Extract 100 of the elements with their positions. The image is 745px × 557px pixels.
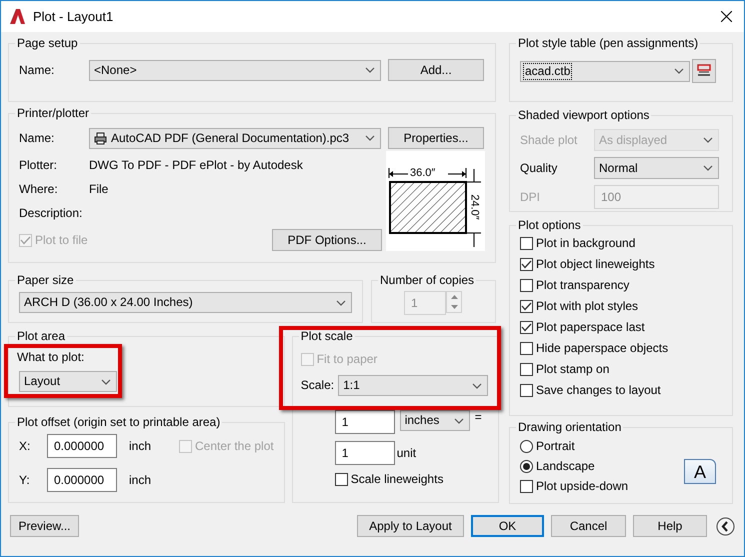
button[interactable]: PDF Options... [272, 229, 382, 251]
caret-icon [336, 300, 346, 306]
checkbox-label: Plot stamp on [536, 362, 610, 377]
input-field[interactable]: 0.000000 [47, 468, 117, 492]
button[interactable]: OK [471, 515, 544, 537]
dropdown[interactable]: Normal [594, 157, 719, 179]
checkbox-label: Scale lineweights [350, 472, 444, 487]
caret-icon [674, 68, 684, 74]
caret-icon [703, 137, 713, 143]
input-field[interactable]: 1 [334, 441, 395, 465]
dropdown[interactable]: AutoCAD PDF (General Documentation).pc3 [89, 128, 381, 148]
checkbox-label: Plot upside-down [536, 479, 628, 494]
field-label: What to plot: [17, 350, 86, 365]
dimension-label: 36.0″ [410, 166, 436, 180]
plot-style-editor-icon [696, 64, 712, 78]
dropdown[interactable]: <None> [89, 60, 381, 80]
orientation-page-icon: A [684, 459, 716, 484]
caret-icon [472, 382, 482, 388]
field-label: Description: [19, 206, 84, 220]
checkbox-label: Plot with plot styles [536, 299, 638, 314]
field-label: DPI [520, 190, 542, 204]
checkbox-label: Hide paperspace objects [536, 341, 668, 356]
group-title: Page setup [16, 36, 79, 51]
button[interactable]: Cancel [551, 515, 626, 537]
field-label: Y: [19, 472, 31, 488]
dropdown[interactable]: inches [400, 410, 470, 431]
caret-icon [365, 67, 375, 73]
app-logo-icon [10, 9, 25, 24]
checkbox-label: Center the plot [195, 438, 274, 454]
dimension-label: 24.0″ [468, 194, 482, 220]
checkbox[interactable] [520, 300, 533, 313]
printer-icon [94, 132, 107, 144]
field-label: X: [19, 438, 32, 454]
edit-style-button[interactable] [692, 59, 716, 83]
field-label: Where: [19, 182, 59, 196]
field-label: Shade plot [520, 132, 578, 148]
window-title: Plot - Layout1 [33, 9, 114, 24]
info-value: File [89, 182, 108, 196]
group-title: Plot offset (origin set to printable area) [16, 415, 222, 430]
group-title: Printer/plotter [16, 106, 90, 121]
button[interactable]: Add... [388, 59, 484, 81]
caret-icon [703, 165, 713, 171]
radio-label: Portrait [536, 439, 575, 454]
checkbox[interactable] [520, 363, 533, 376]
checkbox-label: Plot paperspace last [536, 320, 645, 335]
checkbox[interactable] [520, 258, 533, 271]
input-field[interactable]: 1 [334, 410, 395, 434]
checkbox-label: Plot in background [536, 236, 636, 251]
collapse-icon[interactable] [716, 516, 735, 536]
radio-button[interactable] [520, 440, 533, 453]
checkbox[interactable] [520, 279, 533, 292]
dropdown[interactable]: 1:1 [338, 375, 488, 396]
checkbox-label: Fit to paper [316, 352, 378, 367]
checkbox[interactable] [520, 321, 533, 334]
caret-icon [101, 378, 111, 384]
field-label: inch [129, 438, 152, 454]
dropdown[interactable]: Layout [19, 371, 117, 392]
checkbox[interactable] [334, 473, 348, 486]
checkbox[interactable] [520, 480, 533, 493]
dropdown-value: AutoCAD PDF (General Documentation).pc3 [111, 130, 350, 146]
field-label: Plotter: [19, 158, 58, 172]
field-label: inch [129, 472, 152, 488]
radio-button[interactable] [520, 460, 533, 473]
checkbox-label: Plot to file [35, 232, 88, 248]
input-field[interactable]: 0.000000 [47, 434, 117, 458]
field-label: Quality [520, 160, 558, 176]
group-title: Drawing orientation [517, 420, 622, 435]
checkbox-label: Plot object lineweights [536, 257, 655, 272]
group-title: Plot style table (pen assignments) [517, 36, 700, 51]
group-title: Plot options [517, 218, 582, 233]
checkbox[interactable] [520, 342, 533, 355]
button[interactable]: Apply to Layout [357, 515, 464, 537]
dropdown[interactable]: acad.ctb [520, 60, 690, 82]
field-label: unit [396, 446, 416, 460]
field-label: Name: [19, 130, 56, 146]
spinner[interactable] [446, 291, 462, 313]
group-title: Plot area [16, 329, 66, 344]
field-label: Name: [19, 62, 56, 78]
group-title: Shaded viewport options [517, 108, 650, 123]
group-title: Paper size [16, 273, 75, 288]
checkbox[interactable] [520, 384, 533, 397]
radio-label: Landscape [536, 459, 595, 474]
caret-icon [454, 418, 464, 424]
up-arrow-icon [450, 295, 458, 299]
close-icon[interactable] [721, 11, 732, 22]
caret-icon [365, 135, 375, 141]
button[interactable]: Help [633, 515, 707, 537]
button[interactable]: Properties... [388, 127, 484, 149]
group-title: Plot scale [300, 329, 354, 344]
info-value: DWG To PDF - PDF ePlot - by Autodesk [89, 158, 303, 172]
checkbox-label: Plot transparency [536, 278, 630, 293]
field-label: Scale: [300, 378, 334, 393]
dropdown[interactable]: ARCH D (36.00 x 24.00 Inches) [19, 292, 352, 313]
checkbox-label: Save changes to layout [536, 383, 661, 398]
checkbox[interactable] [520, 237, 533, 250]
dropdown-value: acad.ctb [523, 62, 572, 80]
down-arrow-icon [450, 305, 458, 309]
equals-sign: = [474, 410, 482, 425]
button[interactable]: Preview... [10, 515, 79, 537]
group-title: Number of copies [379, 273, 476, 288]
